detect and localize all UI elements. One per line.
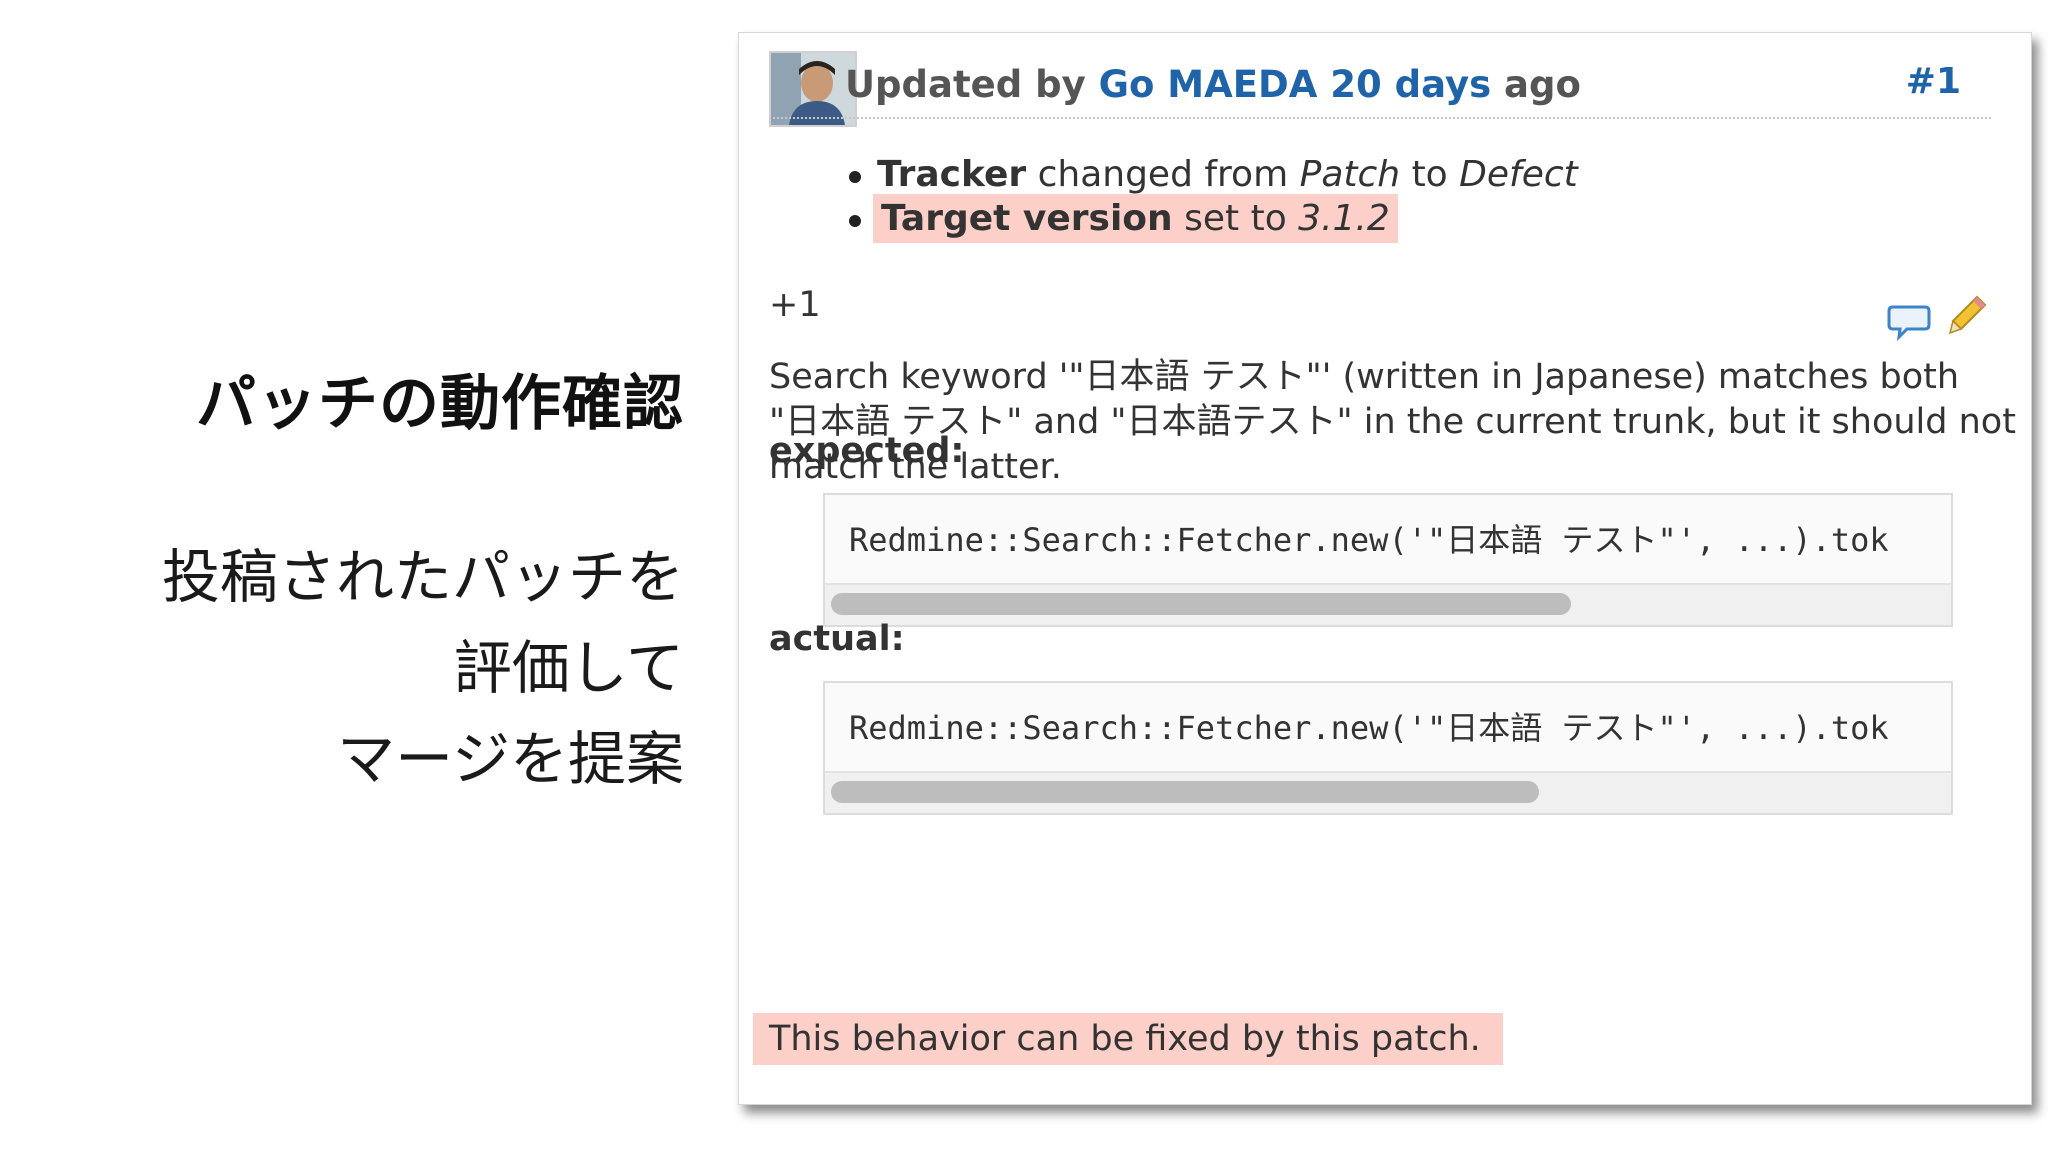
time-ago-link[interactable]: 20 days bbox=[1330, 63, 1491, 106]
speech-bubble-icon[interactable] bbox=[1887, 301, 1931, 342]
journal-details: Tracker changed from Patch to Defect Tar… bbox=[845, 153, 1578, 243]
expected-label: expected: bbox=[769, 431, 965, 471]
user-avatar[interactable] bbox=[769, 51, 857, 127]
actual-code-block: Redmine::Search::Fetcher.new('"日本語 テスト"'… bbox=[823, 681, 1953, 815]
detail-item-target-version: Target version set to 3.1.2 bbox=[845, 194, 1578, 243]
scrollbar-thumb[interactable] bbox=[831, 781, 1539, 803]
detail-new-value: 3.1.2 bbox=[1298, 198, 1390, 239]
ago-label: ago bbox=[1504, 63, 1581, 106]
detail-to: to bbox=[1411, 154, 1448, 195]
highlight: Target version set to 3.1.2 bbox=[873, 194, 1398, 243]
expected-scrollbar[interactable] bbox=[825, 583, 1951, 625]
slide-title: パッチの動作確認 bbox=[196, 369, 684, 439]
slide-body-line-1: 投稿されたパッチを bbox=[161, 543, 684, 611]
expected-code: Redmine::Search::Fetcher.new('"日本語 テスト"'… bbox=[849, 521, 1889, 559]
actual-label: actual: bbox=[769, 619, 905, 659]
pencil-icon[interactable] bbox=[1945, 293, 1989, 337]
actual-code: Redmine::Search::Fetcher.new('"日本語 テスト"'… bbox=[849, 709, 1889, 747]
journal-number-link[interactable]: #1 bbox=[1906, 61, 1961, 102]
detail-new-value: Defect bbox=[1459, 154, 1578, 195]
detail-item-tracker: Tracker changed from Patch to Defect bbox=[845, 153, 1578, 197]
detail-field: Tracker bbox=[877, 154, 1027, 195]
updated-by-label: Updated by bbox=[845, 63, 1086, 106]
detail-field: Target version bbox=[881, 198, 1173, 239]
journal-panel: Updated by Go MAEDA 20 days ago #1 Track… bbox=[738, 32, 2032, 1105]
slide-body: 投稿されたパッチを 評価して マージを提案 bbox=[162, 532, 684, 805]
header-divider bbox=[769, 117, 1991, 119]
journal-header: Updated by Go MAEDA 20 days ago bbox=[845, 63, 1581, 106]
scrollbar-thumb[interactable] bbox=[831, 593, 1571, 615]
expected-code-block: Redmine::Search::Fetcher.new('"日本語 テスト"'… bbox=[823, 493, 1953, 627]
detail-mid: set to bbox=[1184, 198, 1287, 239]
actual-scrollbar[interactable] bbox=[825, 771, 1951, 813]
slide-body-line-2: 評価して bbox=[453, 634, 684, 702]
author-link[interactable]: Go MAEDA bbox=[1099, 63, 1318, 106]
fix-note: This behavior can be fixed by this patch… bbox=[753, 1013, 1503, 1065]
avatar-image bbox=[771, 53, 855, 125]
detail-old-value: Patch bbox=[1299, 154, 1401, 195]
slide-body-line-3: マージを提案 bbox=[337, 725, 684, 793]
note-plus-one: +1 bbox=[769, 285, 821, 325]
detail-mid: changed from bbox=[1037, 154, 1289, 195]
